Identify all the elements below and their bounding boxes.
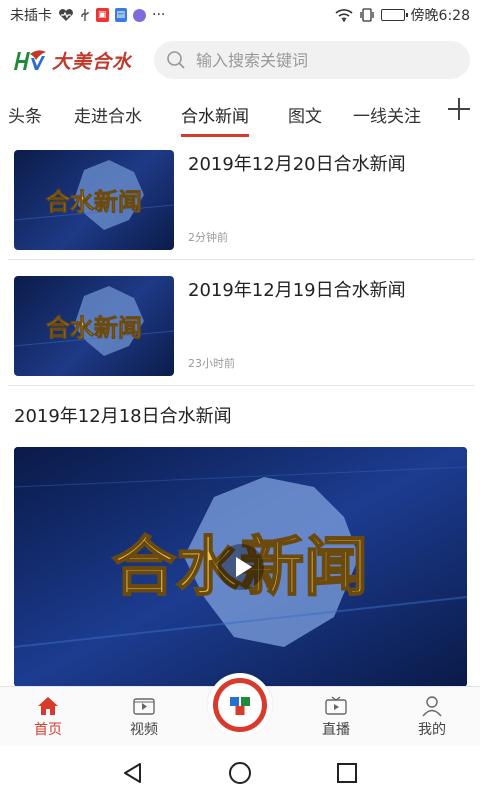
nav-live-label: 直播 [322, 722, 350, 738]
app2-notification-icon: ▤ [114, 8, 128, 22]
tab-photos[interactable]: 图文 [288, 102, 322, 127]
app-notification-icon: ▣ [96, 8, 109, 22]
search-icon [167, 51, 185, 69]
system-navigation-bar [0, 746, 480, 800]
news-video-thumbnail[interactable]: 合水新闻 [14, 447, 467, 687]
news-thumbnail: 合水新闻 [14, 150, 174, 250]
back-icon[interactable] [120, 760, 146, 786]
category-tabs: 头条 走进合水 合水新闻 图文 一线关注 [0, 92, 480, 138]
news-time: 2分钟前 [188, 231, 228, 244]
nav-profile-label: 我的 [418, 722, 446, 738]
heart-monitor-icon [59, 9, 73, 21]
tv-icon [324, 695, 348, 717]
news-title-large[interactable]: 2019年12月18日合水新闻 [14, 402, 232, 428]
wifi-icon [335, 9, 353, 22]
search-input[interactable] [196, 50, 458, 70]
app-header: 大美合水 [0, 38, 480, 82]
tab-heshui-news[interactable]: 合水新闻 [181, 102, 249, 137]
news-thumbnail-art: 合水新闻 [14, 160, 174, 230]
battery-icon [380, 9, 408, 21]
clock-text: 傍晚6:28 [410, 8, 470, 24]
nav-home-label: 首页 [34, 722, 62, 738]
logo-mark-icon [14, 50, 46, 70]
add-tab-icon[interactable] [446, 96, 472, 122]
nav-live[interactable]: 直播 [306, 695, 366, 739]
nav-home[interactable]: 首页 [18, 695, 78, 739]
recents-icon[interactable] [334, 760, 360, 786]
more-notifications-icon: ··· [152, 7, 166, 23]
news-time: 23小时前 [188, 357, 235, 370]
play-icon[interactable] [217, 544, 264, 590]
emblem-mark-icon [230, 697, 250, 715]
video-icon [132, 695, 156, 717]
status-left: 未插卡 ▣ ▤ ··· [10, 5, 165, 25]
news-title: 2019年12月20日合水新闻 [188, 154, 406, 175]
tab-frontline[interactable]: 一线关注 [353, 102, 421, 127]
search-bar[interactable] [154, 41, 470, 79]
nav-profile[interactable]: 我的 [402, 695, 462, 739]
thumb-text: 合水新闻 [46, 187, 142, 216]
news-thumbnail: 合水新闻 [14, 276, 174, 376]
tab-headlines[interactable]: 头条 [8, 102, 42, 127]
news-list-item[interactable]: 合水新闻 2019年12月19日合水新闻 23小时前 [8, 266, 475, 386]
news-list-item[interactable]: 合水新闻 2019年12月20日合水新闻 2分钟前 [8, 140, 475, 260]
home-icon [36, 695, 60, 717]
thumb-text: 合水新闻 [46, 313, 142, 342]
nav-video[interactable]: 视频 [114, 695, 174, 739]
logo-text: 大美合水 [52, 50, 133, 73]
vibrate-icon [359, 8, 374, 22]
usb-icon [81, 9, 89, 21]
music-icon [133, 8, 147, 22]
news-title: 2019年12月19日合水新闻 [188, 280, 406, 301]
status-bar: 未插卡 ▣ ▤ ··· 傍晚6:28 [0, 0, 480, 30]
news-thumbnail-art: 合水新闻 [14, 286, 174, 356]
bottom-navigation: 首页 视频 直播 我的 [0, 673, 480, 746]
status-right: 傍晚6:28 [335, 5, 470, 25]
nav-video-label: 视频 [130, 722, 158, 738]
home-circle-icon[interactable] [227, 760, 253, 786]
carrier-text: 未插卡 [10, 8, 52, 24]
app-logo: 大美合水 [12, 42, 142, 78]
nav-center-logo-button[interactable] [208, 673, 272, 737]
tab-into-heshui[interactable]: 走进合水 [74, 102, 142, 127]
user-icon [420, 695, 444, 717]
